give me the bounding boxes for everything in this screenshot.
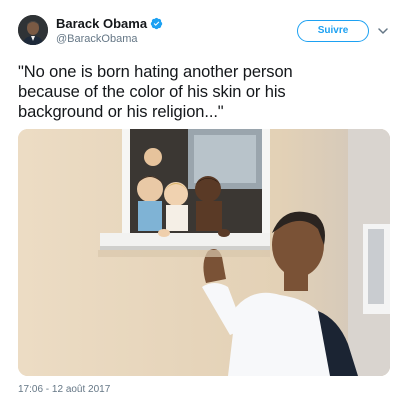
- tweet-card: Barack Obama @BarackObama Suivre "No one…: [0, 0, 400, 400]
- author-block: Barack Obama @BarackObama: [56, 14, 163, 45]
- avatar[interactable]: [18, 15, 48, 45]
- tweet-text: "No one is born hating another person be…: [18, 63, 293, 121]
- display-name-row: Barack Obama: [56, 14, 163, 32]
- tweet-photo[interactable]: [18, 129, 390, 376]
- photo-illustration: [18, 129, 390, 376]
- chevron-down-icon[interactable]: [376, 24, 390, 38]
- follow-button[interactable]: Suivre: [297, 20, 369, 42]
- author-display-name[interactable]: Barack Obama: [56, 16, 147, 31]
- tweet-timestamp[interactable]: 17:06 - 12 août 2017: [18, 384, 110, 395]
- verified-badge-icon: [150, 17, 163, 30]
- tweet-header: Barack Obama @BarackObama Suivre: [18, 12, 390, 52]
- avatar-image: [18, 15, 48, 45]
- author-handle[interactable]: @BarackObama: [56, 33, 163, 45]
